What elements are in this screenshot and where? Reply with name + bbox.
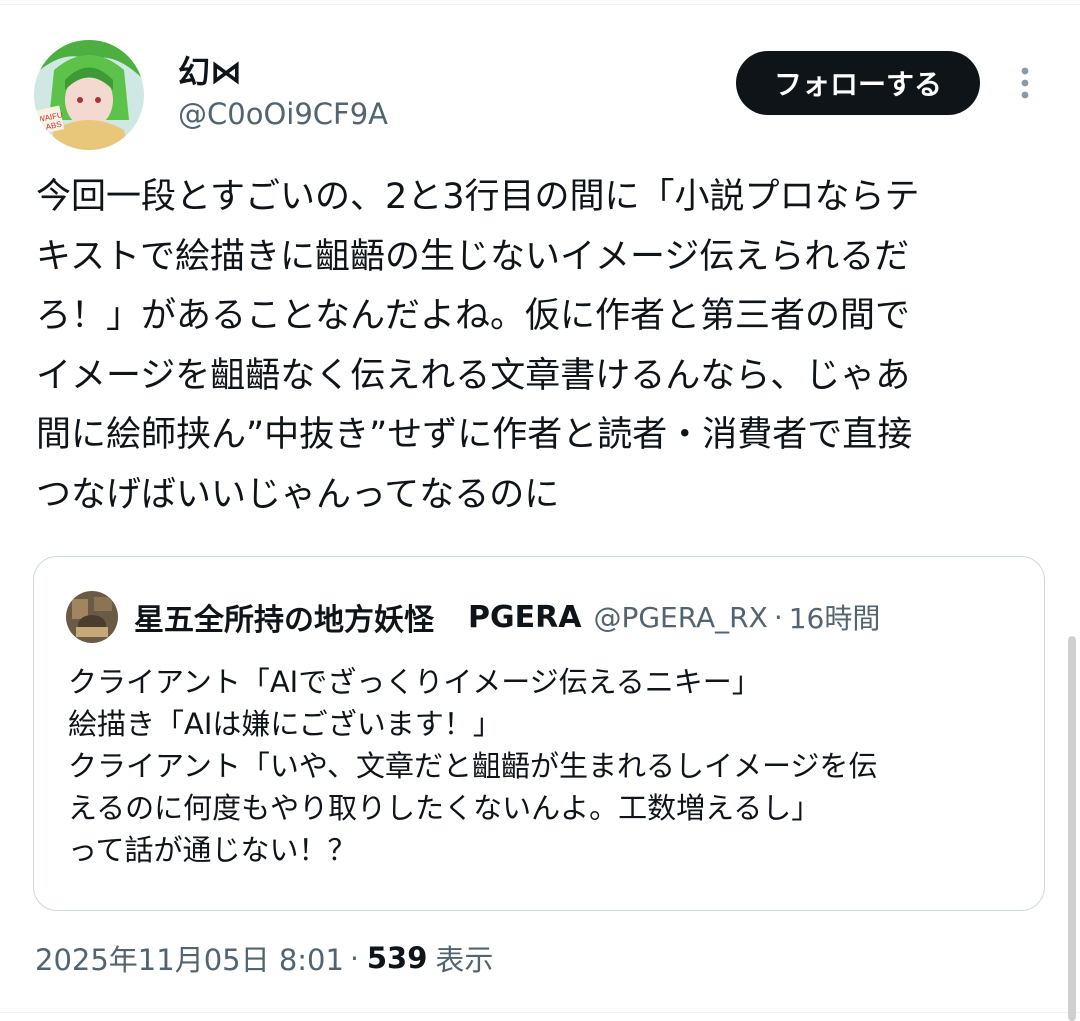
quoted-handle-name[interactable]: PGERA <box>468 600 581 635</box>
meta-separator: · <box>349 941 359 975</box>
top-divider <box>0 4 1080 5</box>
follow-button[interactable]: フォローする <box>736 51 980 115</box>
author-avatar[interactable]: WAIFU LABS <box>34 40 144 150</box>
quoted-tweet-header: 星五全所持の地方妖怪 PGERA @PGERA_RX · 16時間 <box>134 595 880 639</box>
quoted-tweet-text: クライアント「AIでざっくりイメージ伝えるニキー」 絵描き「AIは嫌にございます… <box>68 665 878 867</box>
tweet-meta: 2025年11月05日 8:01 · 539 表示 <box>35 936 493 980</box>
bottom-divider <box>0 1012 1080 1013</box>
more-dots-icon[interactable] <box>1010 64 1040 104</box>
quoted-display-name[interactable]: 星五全所持の地方妖怪 <box>134 595 434 639</box>
tweet-datetime[interactable]: 2025年11月05日 8:01 <box>35 937 344 979</box>
views-count: 539 <box>366 941 428 975</box>
quoted-tweet-card[interactable]: 星五全所持の地方妖怪 PGERA @PGERA_RX · 16時間 クライアント… <box>33 556 1045 911</box>
quoted-separator: · <box>773 600 783 634</box>
quoted-author-avatar[interactable] <box>66 591 118 643</box>
author-display-name[interactable]: 幻⋈ <box>178 52 242 92</box>
quoted-handle[interactable]: @PGERA_RX <box>593 601 767 634</box>
author-handle[interactable]: @C0oOi9CF9A <box>178 96 388 132</box>
views-label: 表示 <box>435 943 494 977</box>
scrollbar[interactable] <box>1068 636 1076 1021</box>
quoted-timestamp[interactable]: 16時間 <box>789 597 881 637</box>
tweet-text: 今回一段とすごいの、2と3行目の間に「小説プロならテ キストで絵描きに齟齬の生じ… <box>36 177 920 515</box>
